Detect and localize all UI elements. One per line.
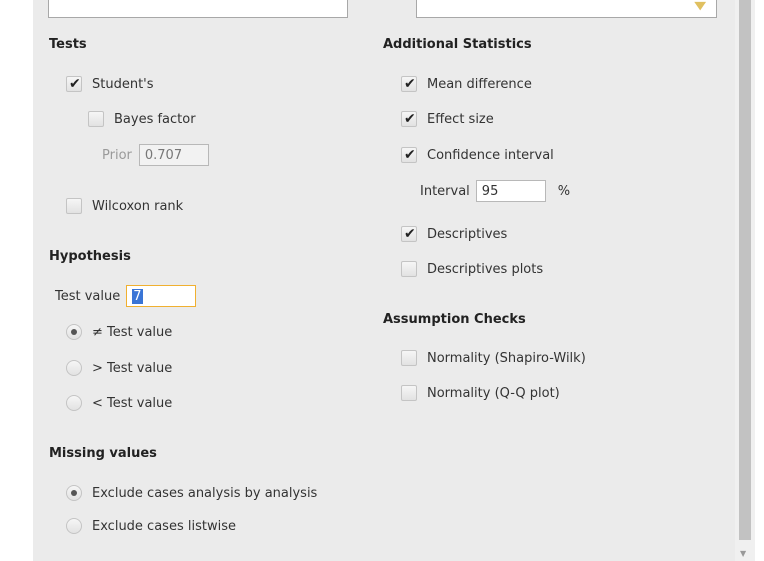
mean-difference-label: Mean difference: [427, 76, 532, 92]
radio-dot: [71, 490, 77, 496]
checkbox-box[interactable]: [66, 198, 82, 214]
checkbox-box[interactable]: ✔: [401, 226, 417, 242]
wilcoxon-label: Wilcoxon rank: [92, 198, 184, 214]
checkbox-box[interactable]: ✔: [401, 147, 417, 163]
radio-button[interactable]: [66, 324, 82, 340]
students-checkbox[interactable]: ✔ Student's: [66, 73, 154, 95]
chevron-down-icon: ▼: [693, 0, 706, 12]
hypothesis-option-label: ≠ Test value: [92, 324, 173, 340]
hypothesis-heading: Hypothesis: [49, 249, 131, 264]
missing-option-label: Exclude cases listwise: [92, 518, 236, 534]
descriptives-label: Descriptives: [427, 226, 508, 242]
radio-button[interactable]: [66, 485, 82, 501]
scroll-down-icon[interactable]: ▼: [740, 549, 746, 558]
prior-input[interactable]: 0.707: [138, 144, 209, 166]
checkbox-box[interactable]: [401, 261, 417, 277]
check-icon: ✔: [404, 147, 416, 163]
variables-list-box[interactable]: [48, 0, 348, 18]
options-panel: ▼ Tests ✔ Student's Bayes factor Prior 0…: [33, 0, 735, 561]
radio-button[interactable]: [66, 518, 82, 534]
interval-label: Interval: [420, 183, 470, 199]
prior-row: Prior 0.707: [102, 144, 209, 166]
normality-shapiro-checkbox[interactable]: Normality (Shapiro-Wilk): [401, 347, 586, 369]
check-icon: ✔: [404, 76, 416, 92]
tests-heading: Tests: [49, 37, 87, 52]
hypothesis-option-lt[interactable]: < Test value: [66, 392, 172, 414]
confidence-interval-label: Confidence interval: [427, 147, 554, 163]
interval-row: Interval 95 %: [420, 180, 570, 202]
checkbox-box[interactable]: [88, 111, 104, 127]
test-value-input[interactable]: 7: [126, 285, 197, 307]
descriptives-plots-label: Descriptives plots: [427, 261, 544, 277]
students-label: Student's: [92, 76, 154, 92]
dropdown-box[interactable]: ▼: [416, 0, 717, 18]
missing-values-heading: Missing values: [49, 446, 157, 461]
normality-qq-checkbox[interactable]: Normality (Q-Q plot): [401, 382, 560, 404]
missing-option-listwise[interactable]: Exclude cases listwise: [66, 515, 236, 537]
effect-size-label: Effect size: [427, 111, 494, 127]
normality-shapiro-label: Normality (Shapiro-Wilk): [427, 350, 586, 366]
missing-option-analysis[interactable]: Exclude cases analysis by analysis: [66, 482, 317, 504]
hypothesis-option-label: < Test value: [92, 395, 173, 411]
assumption-checks-heading: Assumption Checks: [383, 312, 526, 327]
hypothesis-option-label: > Test value: [92, 360, 173, 376]
confidence-interval-checkbox[interactable]: ✔ Confidence interval: [401, 144, 554, 166]
effect-size-checkbox[interactable]: ✔ Effect size: [401, 108, 494, 130]
interval-unit: %: [557, 183, 571, 199]
bayes-factor-label: Bayes factor: [114, 111, 196, 127]
test-value-text: 7: [132, 288, 143, 304]
interval-input[interactable]: 95: [475, 180, 546, 202]
check-icon: ✔: [69, 76, 81, 92]
radio-button[interactable]: [66, 360, 82, 376]
checkbox-box[interactable]: ✔: [401, 76, 417, 92]
wilcoxon-checkbox[interactable]: Wilcoxon rank: [66, 195, 183, 217]
vertical-scrollbar[interactable]: ▼: [735, 0, 755, 561]
descriptives-plots-checkbox[interactable]: Descriptives plots: [401, 258, 543, 280]
checkbox-box[interactable]: ✔: [66, 76, 82, 92]
checkbox-box[interactable]: [401, 385, 417, 401]
scrollbar-thumb[interactable]: [739, 0, 751, 540]
hypothesis-option-gt[interactable]: > Test value: [66, 357, 172, 379]
test-value-row: Test value 7: [55, 285, 197, 307]
mean-difference-checkbox[interactable]: ✔ Mean difference: [401, 73, 532, 95]
checkbox-box[interactable]: ✔: [401, 111, 417, 127]
descriptives-checkbox[interactable]: ✔ Descriptives: [401, 223, 507, 245]
prior-label: Prior: [102, 147, 132, 163]
bayes-factor-checkbox[interactable]: Bayes factor: [88, 108, 196, 130]
missing-option-label: Exclude cases analysis by analysis: [92, 485, 318, 501]
hypothesis-option-neq[interactable]: ≠ Test value: [66, 321, 172, 343]
normality-qq-label: Normality (Q-Q plot): [427, 385, 560, 401]
radio-dot: [71, 329, 77, 335]
additional-statistics-heading: Additional Statistics: [383, 37, 532, 52]
test-value-label: Test value: [55, 288, 121, 304]
checkbox-box[interactable]: [401, 350, 417, 366]
check-icon: ✔: [404, 111, 416, 127]
check-icon: ✔: [404, 226, 416, 242]
radio-button[interactable]: [66, 395, 82, 411]
